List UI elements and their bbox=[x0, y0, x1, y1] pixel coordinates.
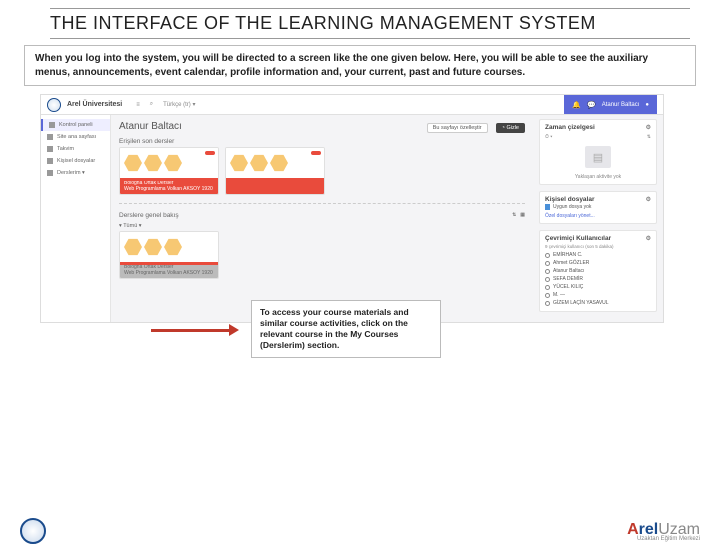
files-empty: Uygun dosya yok bbox=[553, 204, 591, 210]
file-icon bbox=[545, 204, 550, 210]
online-user[interactable]: M. — bbox=[545, 291, 651, 299]
sidebar: Kontrol paneli Site ana sayfası Takvim K… bbox=[41, 115, 111, 322]
dashboard-icon bbox=[49, 122, 55, 128]
sidebar-item-label: Derslerim ▾ bbox=[57, 170, 85, 176]
user-icon bbox=[545, 253, 550, 258]
timeline-panel: Zaman çizelgesi ⚙ ⏱ ▾ ⇅ ▤ Yaklaşan aktivit… bbox=[539, 119, 657, 185]
grad-cap-icon bbox=[47, 170, 53, 176]
user-name[interactable]: Atanur Baltacı bbox=[602, 102, 640, 108]
sidebar-item-label: Site ana sayfası bbox=[57, 134, 96, 140]
user-icon bbox=[545, 277, 550, 282]
online-user[interactable]: EMİRHAN C. bbox=[545, 251, 651, 259]
customize-button[interactable]: Bu sayfayı özelleştir bbox=[427, 123, 488, 133]
course-card[interactable]: Bologna Ortak DerslerWeb Programlama Vol… bbox=[119, 231, 219, 279]
overview-label: Derslere genel bakış bbox=[119, 212, 179, 219]
timeline-title: Zaman çizelgesi bbox=[545, 124, 595, 131]
right-column: Zaman çizelgesi ⚙ ⏱ ▾ ⇅ ▤ Yaklaşan aktivit… bbox=[533, 115, 663, 322]
filter-dropdown[interactable]: ▾ Tümü ▾ bbox=[119, 223, 525, 229]
sidebar-item-courses[interactable]: Derslerim ▾ bbox=[41, 167, 110, 179]
footer-tagline: Uzaktan Eğitim Merkezi bbox=[627, 536, 700, 542]
slide-footer: ArelUzam Uzaktan Eğitim Merkezi bbox=[0, 518, 720, 544]
online-user[interactable]: SEFA DEMİR bbox=[545, 275, 651, 283]
gear-icon[interactable]: ⚙ bbox=[646, 124, 651, 131]
user-icon bbox=[545, 285, 550, 290]
page-title-bar: THE INTERFACE OF THE LEARNING MANAGEMENT… bbox=[50, 8, 690, 39]
sidebar-item-home[interactable]: Site ana sayfası bbox=[41, 131, 110, 143]
main-area: Atanur Baltacı Bu sayfayı özelleştir ◔ G… bbox=[111, 115, 533, 322]
hide-button[interactable]: ◔ Gizle bbox=[496, 123, 525, 133]
search-icon[interactable]: ⌕ bbox=[150, 101, 153, 108]
calendar-icon bbox=[47, 146, 53, 152]
sort-icon[interactable]: ⇅ bbox=[512, 212, 516, 218]
sidebar-item-dashboard[interactable]: Kontrol paneli bbox=[41, 119, 110, 131]
badge-icon bbox=[311, 151, 321, 155]
gear-icon[interactable]: ⚙ bbox=[646, 235, 651, 242]
sidebar-item-label: Kontrol paneli bbox=[59, 122, 93, 128]
manage-files-link[interactable]: Özel dosyaları yönet... bbox=[545, 213, 651, 219]
page-title: THE INTERFACE OF THE LEARNING MANAGEMENT… bbox=[50, 13, 690, 34]
sidebar-item-files[interactable]: Kişisel dosyalar bbox=[41, 155, 110, 167]
intro-box: When you log into the system, you will b… bbox=[24, 45, 696, 86]
user-icon bbox=[545, 269, 550, 274]
user-icon bbox=[545, 301, 550, 306]
online-title: Çevrimiçi Kullanıcılar bbox=[545, 235, 611, 242]
online-user[interactable]: Atanur Baltacı bbox=[545, 267, 651, 275]
files-panel: Kişisel dosyalar ⚙ Uygun dosya yok Özel d… bbox=[539, 191, 657, 224]
footer-university-logo-icon bbox=[20, 518, 46, 544]
online-user[interactable]: Ahmet GÖZLER bbox=[545, 259, 651, 267]
online-user[interactable]: GİZEM LAÇİN YASAVUL bbox=[545, 299, 651, 307]
files-title: Kişisel dosyalar bbox=[545, 196, 595, 203]
home-icon bbox=[47, 134, 53, 140]
timeline-filter[interactable]: ⏱ ▾ bbox=[545, 134, 552, 140]
online-subtitle: 9 çevrimiçi kullanıcı (son 5 dakika) bbox=[545, 244, 651, 249]
language-selector[interactable]: Türkçe (tr) ▾ bbox=[163, 101, 195, 108]
gear-icon[interactable]: ⚙ bbox=[646, 196, 651, 203]
user-icon bbox=[545, 261, 550, 266]
grid-icon[interactable]: ▦ bbox=[520, 212, 525, 218]
brand-name: Arel Üniversitesi bbox=[67, 101, 122, 108]
callout-text: To access your course materials and simi… bbox=[260, 307, 409, 350]
recent-courses-label: Erişilen son dersler bbox=[119, 138, 525, 145]
notification-bell-icon[interactable]: 🔔 bbox=[572, 101, 581, 109]
university-logo-icon bbox=[47, 98, 61, 112]
course-card[interactable] bbox=[225, 147, 325, 195]
folder-icon bbox=[47, 158, 53, 164]
topbar: Arel Üniversitesi ≡ ⌕ Türkçe (tr) ▾ 🔔 💬 … bbox=[41, 95, 663, 115]
sidebar-item-label: Takvim bbox=[57, 146, 74, 152]
timeline-sort[interactable]: ⇅ bbox=[647, 134, 651, 140]
dashboard-username: Atanur Baltacı bbox=[119, 121, 182, 132]
callout-box: To access your course materials and simi… bbox=[251, 300, 441, 358]
sidebar-item-label: Kişisel dosyalar bbox=[57, 158, 95, 164]
messages-icon[interactable]: 💬 bbox=[587, 101, 596, 109]
timeline-empty: Yaklaşan aktivite yok bbox=[545, 174, 651, 180]
user-icon bbox=[545, 293, 550, 298]
lms-screenshot: Arel Üniversitesi ≡ ⌕ Türkçe (tr) ▾ 🔔 💬 … bbox=[40, 94, 664, 323]
pointer-arrow bbox=[151, 325, 241, 335]
badge-icon bbox=[205, 151, 215, 155]
online-user[interactable]: YÜCEL KILIÇ bbox=[545, 283, 651, 291]
menu-toggle-icon[interactable]: ≡ bbox=[136, 102, 140, 108]
sidebar-item-calendar[interactable]: Takvim bbox=[41, 143, 110, 155]
calendar-empty-icon: ▤ bbox=[585, 146, 611, 168]
course-card[interactable]: Bologna Ortak DerslerWeb Programlama Vol… bbox=[119, 147, 219, 195]
intro-text: When you log into the system, you will b… bbox=[35, 53, 648, 78]
online-users-panel: Çevrimiçi Kullanıcılar ⚙ 9 çevrimiçi kull… bbox=[539, 230, 657, 312]
avatar-icon[interactable]: ● bbox=[645, 102, 649, 108]
